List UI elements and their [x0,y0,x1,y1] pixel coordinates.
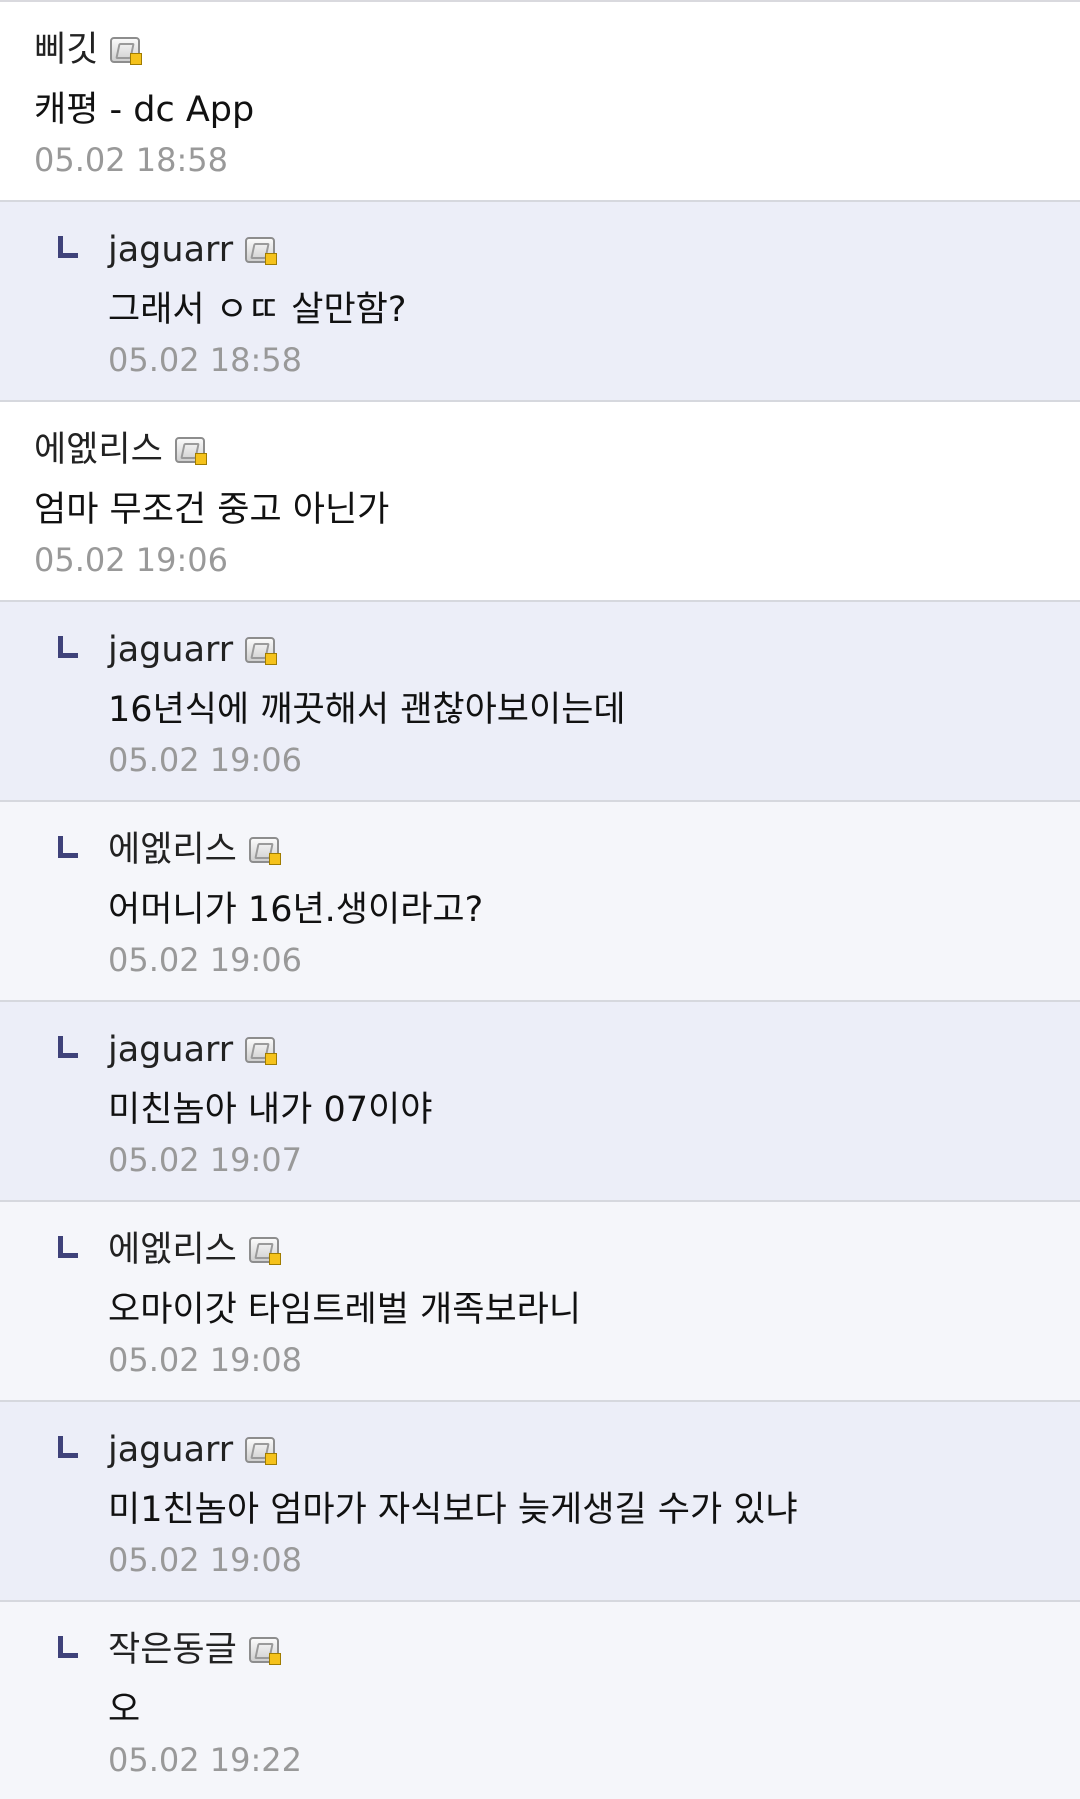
comment-nickname[interactable]: 에엜리스 [34,428,163,472]
reply-item[interactable]: jaguarr 미1친놈아 엄마가 자식보다 늦게생길 수가 있냐 05.02 19… [0,1402,1080,1602]
gallog-icon[interactable] [245,1437,278,1465]
reply-arrow-icon [58,236,78,258]
comment-text: 오마이갓 타임트레벌 개족보라니 [108,1290,582,1330]
comment-nickname[interactable]: 에엜리스 [108,828,237,872]
comment-timestamp: 05.02 19:06 [34,541,228,579]
gallog-icon[interactable] [110,37,143,65]
comment-author-row: 작은동글 [108,1628,1080,1672]
comment-timestamp: 05.02 19:08 [108,1541,302,1579]
gallog-icon[interactable] [248,837,281,865]
reply-item[interactable]: 작은동글오 05.02 19:22 [0,1602,1080,1799]
reply-arrow-icon [58,1236,78,1258]
reply-item[interactable]: jaguarr 그래서 ㅇㄸ 살만함? 05.02 18:58 [0,202,1080,402]
comment-timestamp: 05.02 19:22 [108,1741,302,1779]
comment-nickname[interactable]: jaguarr [108,228,233,272]
gallog-icon[interactable] [245,637,278,665]
comment-text: 오 [108,1690,141,1730]
gallog-icon[interactable] [174,437,207,465]
reply-arrow-icon [58,836,78,858]
comment-text: 어머니가 16년.생이라고? [108,890,484,930]
comment-author-row: jaguarr [108,628,1080,672]
comment-nickname[interactable]: 에엜리스 [108,1228,237,1272]
reply-item[interactable]: 에엜리스어머니가 16년.생이라고? 05.02 19:06 [0,802,1080,1002]
reply-arrow-icon [58,1436,78,1458]
reply-item[interactable]: jaguarr 16년식에 깨끗해서 괜찮아보이는데 05.02 19:06 [0,602,1080,802]
comment-timestamp: 05.02 19:08 [108,1341,302,1379]
reply-arrow-icon [58,636,78,658]
comment-item[interactable]: 에엜리스엄마 무조건 중고 아닌가 05.02 19:06 [0,402,1080,602]
comment-nickname[interactable]: 작은동글 [108,1628,237,1672]
comment-author-row: 에엜리스 [34,428,1080,472]
comment-timestamp: 05.02 19:06 [108,741,302,779]
comment-text: 캐평 - dc App [34,90,255,130]
comment-timestamp: 05.02 18:58 [34,141,228,179]
gallog-icon[interactable] [248,1637,281,1665]
comment-list: 삐깃캐평 - dc App 05.02 18:58 jaguarr 그래서 ㅇㄸ 살만… [0,0,1080,1799]
comment-author-row: 삐깃 [34,28,1080,72]
comment-text: 미1친놈아 엄마가 자식보다 늦게생길 수가 있냐 [108,1490,798,1530]
gallog-icon[interactable] [248,1237,281,1265]
gallog-icon[interactable] [245,1037,278,1065]
comment-text: 16년식에 깨끗해서 괜찮아보이는데 [108,690,626,730]
comment-nickname[interactable]: jaguarr [108,628,233,672]
comment-timestamp: 05.02 18:58 [108,341,302,379]
comment-nickname[interactable]: jaguarr [108,1028,233,1072]
comment-author-row: jaguarr [108,1428,1080,1472]
comment-text: 그래서 ㅇㄸ 살만함? [108,290,407,330]
comment-item[interactable]: 삐깃캐평 - dc App 05.02 18:58 [0,2,1080,202]
comment-text: 엄마 무조건 중고 아닌가 [34,490,390,530]
reply-arrow-icon [58,1036,78,1058]
comment-text: 미친놈아 내가 07이야 [108,1090,433,1130]
comment-author-row: 에엜리스 [108,1228,1080,1272]
comment-author-row: jaguarr [108,1028,1080,1072]
comment-nickname[interactable]: jaguarr [108,1428,233,1472]
comment-nickname[interactable]: 삐깃 [34,28,98,72]
gallog-icon[interactable] [245,237,278,265]
comment-author-row: jaguarr [108,228,1080,272]
comment-timestamp: 05.02 19:07 [108,1141,302,1179]
reply-item[interactable]: 에엜리스오마이갓 타임트레벌 개족보라니 05.02 19:08 [0,1202,1080,1402]
comment-timestamp: 05.02 19:06 [108,941,302,979]
comment-author-row: 에엜리스 [108,828,1080,872]
reply-item[interactable]: jaguarr 미친놈아 내가 07이야 05.02 19:07 [0,1002,1080,1202]
reply-arrow-icon [58,1636,78,1658]
